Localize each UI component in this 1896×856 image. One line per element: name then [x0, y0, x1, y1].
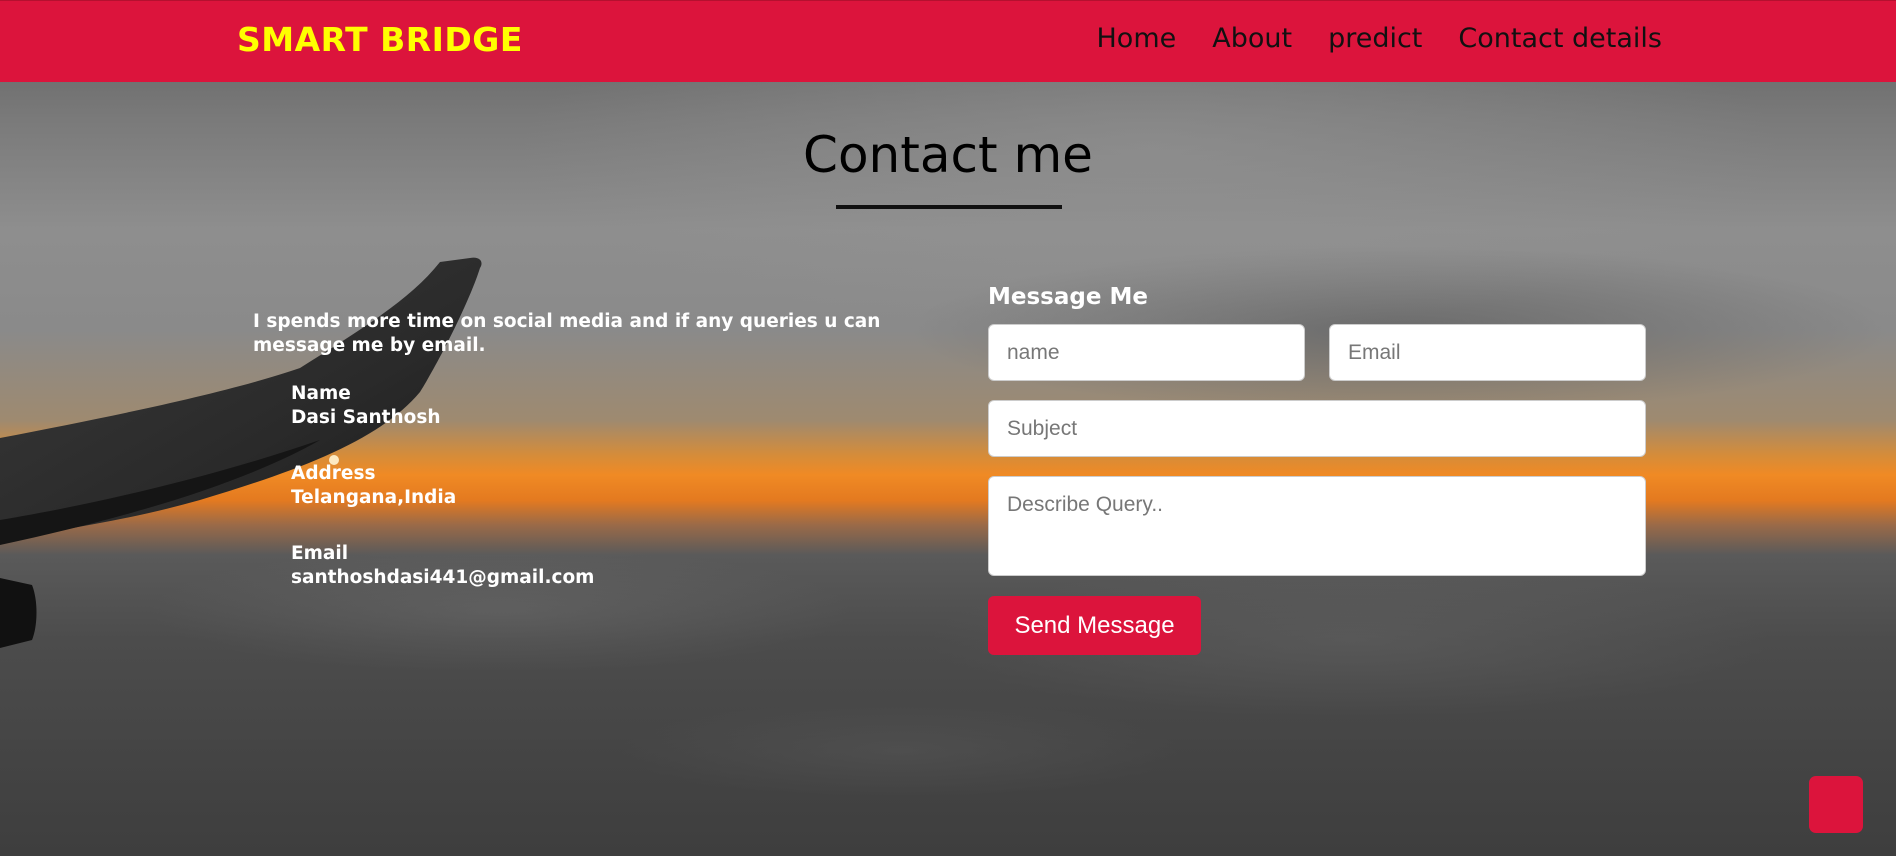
nav-links: Home About predict Contact details — [1097, 23, 1663, 54]
email-label: Email — [291, 543, 349, 564]
email-input[interactable] — [1329, 324, 1646, 381]
nav-predict-link[interactable]: predict — [1328, 23, 1422, 54]
contact-info-address: Address Telangana,India — [291, 462, 933, 510]
contact-info-email: Email santhoshdasi441@gmail.com — [291, 542, 933, 590]
nav-contact-details-link[interactable]: Contact details — [1458, 23, 1662, 54]
floating-action-button[interactable] — [1809, 776, 1863, 833]
page-title: Contact me — [803, 126, 1093, 184]
contact-info-name: Name Dasi Santhosh — [291, 382, 933, 430]
name-email-row — [988, 324, 1646, 381]
name-label: Name — [291, 383, 351, 404]
name-value: Dasi Santhosh — [291, 407, 441, 428]
query-textarea[interactable] — [988, 476, 1646, 576]
email-value: santhoshdasi441@gmail.com — [291, 567, 595, 588]
subject-input[interactable] — [988, 400, 1646, 457]
form-title: Message Me — [988, 284, 1148, 310]
contact-info-section: I spends more time on social media and i… — [253, 310, 933, 622]
contact-page: SMART BRIDGE Home About predict Contact … — [0, 0, 1896, 856]
name-input[interactable] — [988, 324, 1305, 381]
brand-logo-link[interactable]: SMART BRIDGE — [237, 20, 523, 59]
top-navbar: SMART BRIDGE Home About predict Contact … — [0, 0, 1896, 82]
nav-about-link[interactable]: About — [1212, 23, 1292, 54]
send-message-button[interactable]: Send Message — [988, 596, 1201, 655]
contact-intro-text: I spends more time on social media and i… — [253, 311, 881, 356]
title-underline-divider — [836, 205, 1062, 209]
address-label: Address — [291, 463, 376, 484]
nav-home-link[interactable]: Home — [1097, 23, 1177, 54]
message-form: Message Me Send Message — [988, 283, 1646, 655]
address-value: Telangana,India — [291, 487, 457, 508]
